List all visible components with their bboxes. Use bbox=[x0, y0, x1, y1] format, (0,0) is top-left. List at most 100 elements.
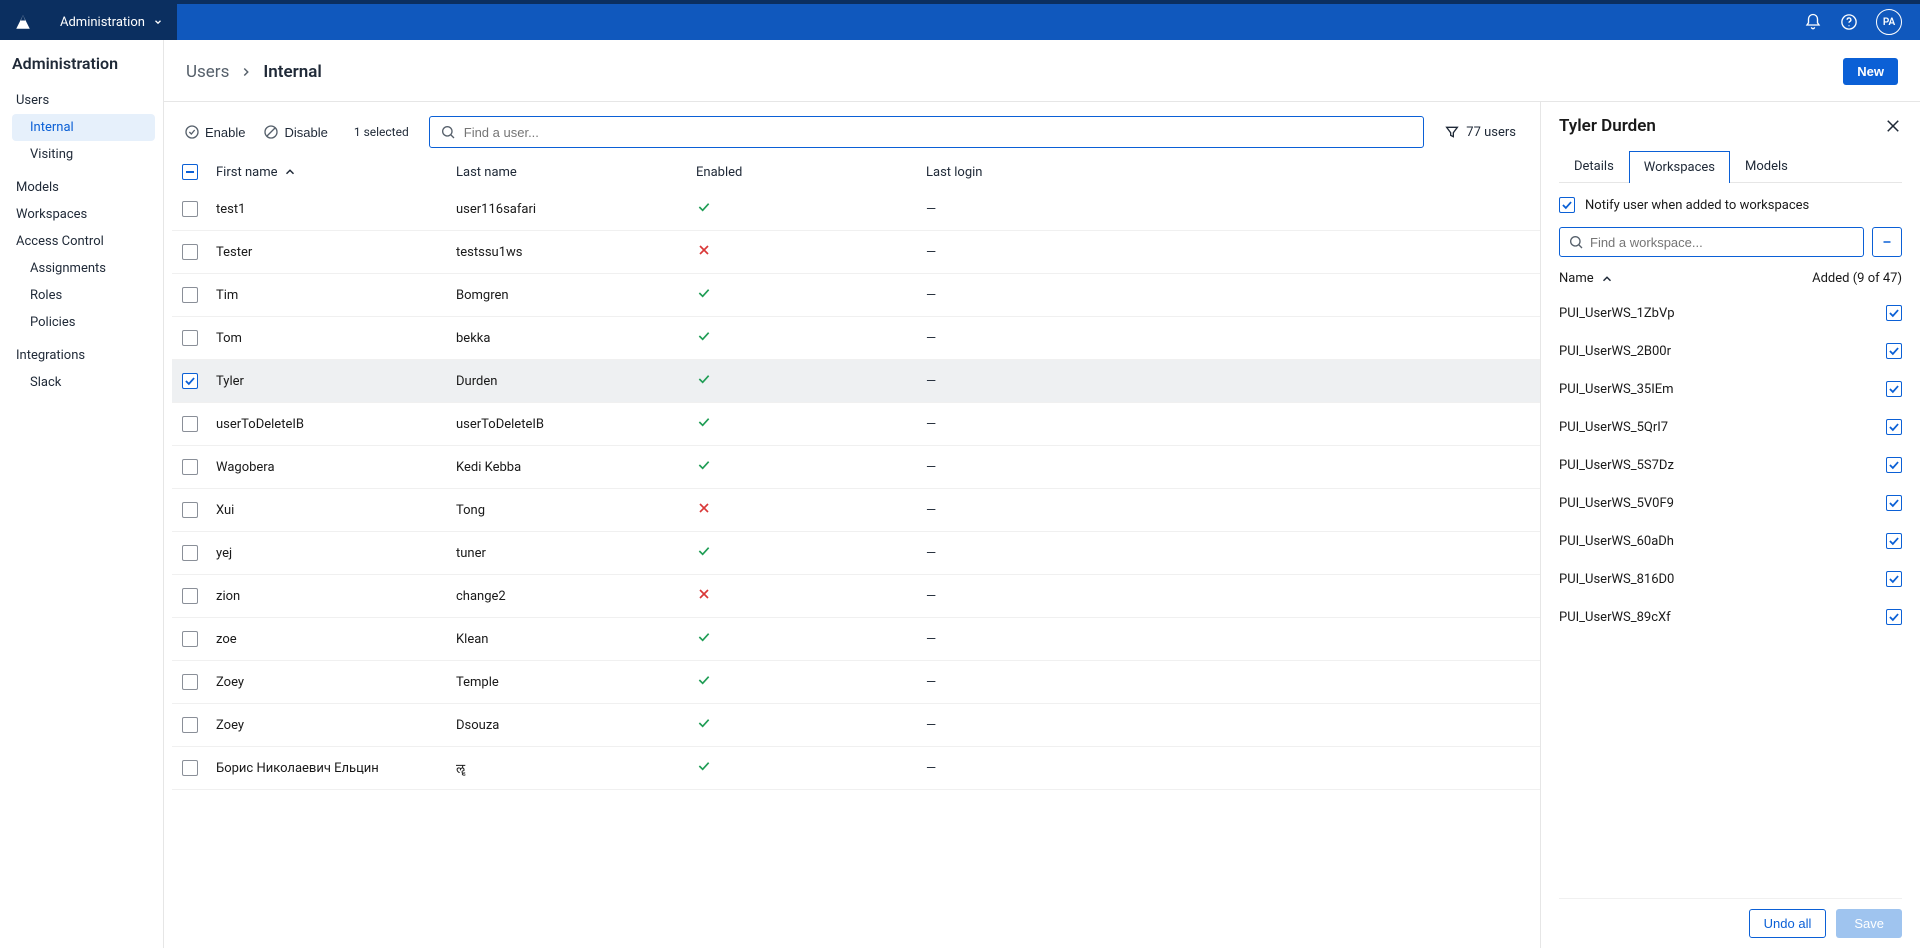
workspace-search-input[interactable] bbox=[1590, 235, 1855, 250]
row-checkbox[interactable] bbox=[182, 588, 198, 604]
sidebar-item-workspaces[interactable]: Workspaces bbox=[12, 201, 155, 228]
cell-last-login: — bbox=[926, 589, 1522, 604]
table-row[interactable]: ZoeyTemple— bbox=[172, 661, 1540, 704]
new-button[interactable]: New bbox=[1843, 58, 1898, 85]
row-checkbox[interactable] bbox=[182, 330, 198, 346]
cell-last-name: change2 bbox=[456, 589, 696, 604]
close-icon[interactable] bbox=[1884, 117, 1902, 135]
sidebar-item-slack[interactable]: Slack bbox=[12, 369, 155, 396]
table-row[interactable]: Tombekka— bbox=[172, 317, 1540, 360]
sidebar-item-access-control[interactable]: Access Control bbox=[12, 228, 155, 255]
col-last-name[interactable]: Last name bbox=[456, 165, 696, 180]
cell-enabled bbox=[696, 500, 926, 520]
topnav-administration[interactable]: Administration bbox=[46, 4, 177, 40]
ws-col-name[interactable]: Name bbox=[1559, 271, 1614, 286]
row-checkbox[interactable] bbox=[182, 545, 198, 561]
tab-workspaces[interactable]: Workspaces bbox=[1629, 151, 1730, 183]
table-row[interactable]: TimBomgren— bbox=[172, 274, 1540, 317]
disable-button[interactable]: Disable bbox=[261, 120, 329, 144]
filter-button[interactable]: 77 users bbox=[1438, 124, 1522, 140]
row-checkbox[interactable] bbox=[182, 502, 198, 518]
workspace-name: PUI_UserWS_60aDh bbox=[1559, 534, 1674, 549]
row-checkbox[interactable] bbox=[182, 201, 198, 217]
col-first-name[interactable]: First name bbox=[216, 165, 456, 180]
check-icon bbox=[696, 199, 712, 215]
workspace-checkbox[interactable] bbox=[1886, 305, 1902, 321]
table-row[interactable]: test1user116safari— bbox=[172, 188, 1540, 231]
search-input-wrap[interactable] bbox=[429, 116, 1425, 148]
table-row[interactable]: ZoeyDsouza— bbox=[172, 704, 1540, 747]
cell-enabled bbox=[696, 328, 926, 348]
cell-last-login: — bbox=[926, 718, 1522, 733]
save-button[interactable]: Save bbox=[1836, 909, 1902, 938]
workspace-checkbox[interactable] bbox=[1886, 533, 1902, 549]
col-last-login[interactable]: Last login bbox=[926, 165, 1522, 180]
workspace-name: PUI_UserWS_816D0 bbox=[1559, 572, 1674, 587]
notify-checkbox[interactable] bbox=[1559, 197, 1575, 213]
workspace-checkbox[interactable] bbox=[1886, 381, 1902, 397]
sidebar-item-roles[interactable]: Roles bbox=[12, 282, 155, 309]
sidebar-item-assignments[interactable]: Assignments bbox=[12, 255, 155, 282]
app-logo[interactable] bbox=[0, 4, 46, 40]
workspace-checkbox[interactable] bbox=[1886, 609, 1902, 625]
enable-button[interactable]: Enable bbox=[182, 120, 247, 144]
workspace-checkbox[interactable] bbox=[1886, 495, 1902, 511]
undo-all-button[interactable]: Undo all bbox=[1749, 909, 1827, 938]
workspace-row: PUI_UserWS_5S7Dz bbox=[1559, 446, 1902, 484]
row-checkbox[interactable] bbox=[182, 459, 198, 475]
workspace-checkbox[interactable] bbox=[1886, 457, 1902, 473]
row-checkbox[interactable] bbox=[182, 717, 198, 733]
workspace-bulk-toggle[interactable] bbox=[1872, 227, 1902, 257]
cell-last-login: — bbox=[926, 460, 1522, 475]
sort-asc-icon bbox=[283, 165, 297, 179]
table-row[interactable]: XuiTong— bbox=[172, 489, 1540, 532]
sidebar-item-policies[interactable]: Policies bbox=[12, 309, 155, 336]
workspace-checkbox[interactable] bbox=[1886, 343, 1902, 359]
row-checkbox[interactable] bbox=[182, 244, 198, 260]
row-checkbox[interactable] bbox=[182, 373, 198, 389]
cell-enabled bbox=[696, 242, 926, 262]
sidebar-item-internal[interactable]: Internal bbox=[12, 114, 155, 141]
table-row[interactable]: yejtuner— bbox=[172, 532, 1540, 575]
check-icon bbox=[696, 328, 712, 344]
tab-details[interactable]: Details bbox=[1559, 150, 1629, 182]
row-checkbox[interactable] bbox=[182, 674, 198, 690]
disable-icon bbox=[263, 124, 279, 140]
breadcrumb-users[interactable]: Users bbox=[186, 62, 229, 82]
table-row[interactable]: TylerDurden— bbox=[172, 360, 1540, 403]
select-all-checkbox[interactable] bbox=[182, 164, 198, 180]
table-row[interactable]: zoeKlean— bbox=[172, 618, 1540, 661]
sidebar-item-integrations[interactable]: Integrations bbox=[12, 342, 155, 369]
table-row[interactable]: Testertestssu1ws— bbox=[172, 231, 1540, 274]
col-enabled[interactable]: Enabled bbox=[696, 165, 926, 180]
table-row[interactable]: Борис Николаевич Ельцинॡ— bbox=[172, 747, 1540, 790]
sidebar-item-models[interactable]: Models bbox=[12, 174, 155, 201]
tab-models[interactable]: Models bbox=[1730, 150, 1803, 182]
cell-enabled bbox=[696, 672, 926, 692]
cell-enabled bbox=[696, 285, 926, 305]
cell-last-login: — bbox=[926, 632, 1522, 647]
bell-icon[interactable] bbox=[1804, 13, 1822, 31]
row-checkbox[interactable] bbox=[182, 631, 198, 647]
check-icon bbox=[696, 457, 712, 473]
workspace-checkbox[interactable] bbox=[1886, 571, 1902, 587]
table-row[interactable]: WagoberaKedi Kebba— bbox=[172, 446, 1540, 489]
help-icon[interactable] bbox=[1840, 13, 1858, 31]
sidebar-item-visiting[interactable]: Visiting bbox=[12, 141, 155, 168]
table-header: First name Last name Enabled Last login bbox=[172, 158, 1540, 188]
row-checkbox[interactable] bbox=[182, 416, 198, 432]
cell-last-name: Klean bbox=[456, 632, 696, 647]
cell-first-name: Xui bbox=[216, 503, 456, 518]
avatar[interactable]: PA bbox=[1876, 9, 1902, 35]
table-row[interactable]: zionchange2— bbox=[172, 575, 1540, 618]
sidebar-item-users[interactable]: Users bbox=[12, 87, 155, 114]
search-input[interactable] bbox=[464, 125, 1414, 140]
workspace-name: PUI_UserWS_35IEm bbox=[1559, 382, 1674, 397]
workspace-checkbox[interactable] bbox=[1886, 419, 1902, 435]
workspace-search-wrap[interactable] bbox=[1559, 227, 1864, 257]
check-icon bbox=[696, 285, 712, 301]
table-row[interactable]: userToDeleteIBuserToDeleteIB— bbox=[172, 403, 1540, 446]
cell-last-name: testssu1ws bbox=[456, 245, 696, 260]
row-checkbox[interactable] bbox=[182, 287, 198, 303]
row-checkbox[interactable] bbox=[182, 760, 198, 776]
